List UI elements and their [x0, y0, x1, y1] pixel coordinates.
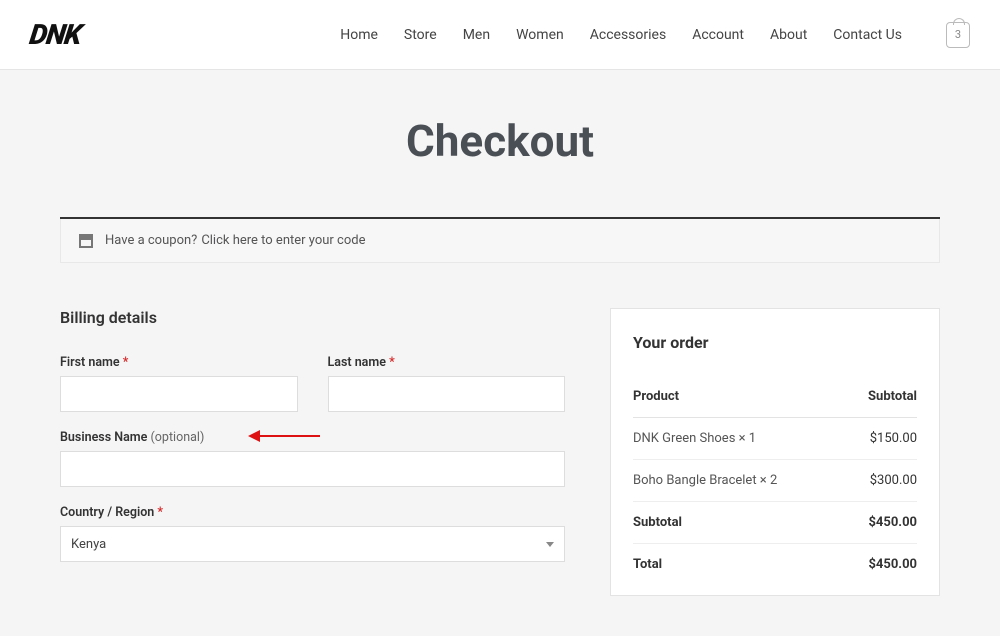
- last-name-field-wrap: Last name *: [328, 355, 566, 412]
- order-item-name: Boho Bangle Bracelet × 2: [633, 473, 777, 488]
- coupon-notice: Have a coupon? Click here to enter your …: [60, 219, 940, 263]
- logo[interactable]: DNK: [28, 18, 84, 51]
- business-name-field-wrap: Business Name (optional): [60, 430, 565, 487]
- order-product-header: Product: [633, 389, 679, 404]
- page-title: Checkout: [0, 115, 1000, 167]
- nav-account[interactable]: Account: [692, 27, 744, 43]
- nav-store[interactable]: Store: [404, 27, 437, 43]
- order-item-price: $300.00: [870, 473, 917, 488]
- order-item-name: DNK Green Shoes × 1: [633, 431, 756, 446]
- order-subtotal-row: Subtotal $450.00: [633, 502, 917, 544]
- country-label: Country / Region *: [60, 505, 565, 520]
- order-total-value: $450.00: [868, 557, 917, 572]
- country-value: Kenya: [71, 537, 106, 552]
- order-item-price: $150.00: [870, 431, 917, 446]
- billing-section: Billing details First name * Last name *: [60, 308, 565, 580]
- order-total-row: Total $450.00: [633, 544, 917, 585]
- order-heading: Your order: [633, 333, 917, 352]
- nav-women[interactable]: Women: [516, 27, 564, 43]
- country-field-wrap: Country / Region * Kenya: [60, 505, 565, 562]
- order-item-row: DNK Green Shoes × 1 $150.00: [633, 418, 917, 460]
- nav-men[interactable]: Men: [463, 27, 490, 43]
- required-mark: *: [389, 355, 395, 370]
- nav-about[interactable]: About: [770, 27, 807, 43]
- first-name-label-text: First name: [60, 355, 120, 370]
- first-name-input[interactable]: [60, 376, 298, 412]
- order-total-label: Total: [633, 557, 662, 572]
- order-summary: Your order Product Subtotal DNK Green Sh…: [610, 308, 940, 596]
- first-name-label: First name *: [60, 355, 298, 370]
- last-name-input[interactable]: [328, 376, 566, 412]
- nav-contact[interactable]: Contact Us: [833, 27, 902, 43]
- required-mark: *: [157, 505, 163, 520]
- main-nav: Home Store Men Women Accessories Account…: [340, 22, 970, 48]
- order-subtotal-label: Subtotal: [633, 515, 682, 530]
- last-name-label-text: Last name: [328, 355, 386, 370]
- business-name-input[interactable]: [60, 451, 565, 487]
- cart-count: 3: [955, 28, 961, 41]
- optional-mark: (optional): [151, 430, 205, 445]
- required-mark: *: [123, 355, 129, 370]
- business-name-label-text: Business Name: [60, 430, 147, 445]
- order-item-row: Boho Bangle Bracelet × 2 $300.00: [633, 460, 917, 502]
- order-subtotal-header: Subtotal: [868, 389, 917, 404]
- top-bar: DNK Home Store Men Women Accessories Acc…: [0, 0, 1000, 70]
- coupon-link[interactable]: Click here to enter your code: [201, 233, 365, 248]
- nav-accessories[interactable]: Accessories: [590, 27, 666, 43]
- nav-home[interactable]: Home: [340, 27, 378, 43]
- order-header-row: Product Subtotal: [633, 376, 917, 418]
- cart-icon[interactable]: 3: [946, 22, 970, 48]
- coupon-icon: [79, 234, 93, 248]
- country-label-text: Country / Region: [60, 505, 154, 520]
- coupon-text: Have a coupon?: [105, 233, 197, 248]
- first-name-field-wrap: First name *: [60, 355, 298, 412]
- last-name-label: Last name *: [328, 355, 566, 370]
- chevron-down-icon: [546, 542, 554, 547]
- order-subtotal-value: $450.00: [868, 515, 917, 530]
- business-name-label: Business Name (optional): [60, 430, 565, 445]
- billing-heading: Billing details: [60, 308, 565, 327]
